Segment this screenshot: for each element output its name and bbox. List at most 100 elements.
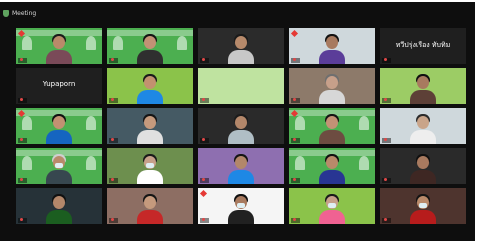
participant-name-label [109,178,118,183]
muted-mic-icon [384,138,387,141]
muted-mic-icon [202,178,205,181]
participant-tile[interactable] [289,188,375,224]
participant-tile[interactable] [198,28,284,64]
participant-name-label [18,218,27,223]
background-tree-shape [22,156,32,170]
muted-mic-icon [293,178,296,181]
muted-mic-icon [293,138,296,141]
participant-grid: ทวีปรุ่งเรือง ทับทิม Yupaporn [16,28,466,228]
participant-tile[interactable] [289,108,375,144]
participant-tile[interactable] [198,188,284,224]
participant-video [319,154,345,184]
participant-tile[interactable] [289,28,375,64]
participant-tile[interactable] [380,188,466,224]
participant-tile[interactable] [198,108,284,144]
background-tree-shape [86,36,96,50]
participant-tile[interactable] [107,68,193,104]
participant-display-name: Yupaporn [42,80,76,88]
participant-tile[interactable] [198,148,284,184]
muted-mic-icon [202,218,205,221]
participant-name-label [18,58,27,63]
participant-video [137,194,163,224]
security-shield-icon[interactable] [3,9,9,17]
muted-mic-icon [202,98,205,101]
participant-tile[interactable] [16,188,102,224]
muted-mic-icon [111,178,114,181]
participant-video [46,194,72,224]
muted-mic-icon [384,58,387,61]
participant-video [46,154,72,184]
muted-mic-icon [111,98,114,101]
participant-tile[interactable] [289,148,375,184]
participant-tile[interactable] [107,28,193,64]
participant-name-label [382,98,391,103]
participant-video [319,74,345,104]
participant-tile[interactable]: Yupaporn [16,68,102,104]
face-mask [146,163,154,168]
muted-mic-icon [384,98,387,101]
background-tree-shape [113,36,123,50]
muted-mic-icon [293,58,296,61]
participant-video [137,154,163,184]
face-mask [55,163,63,168]
participant-tile[interactable] [107,188,193,224]
participant-tile[interactable] [16,28,102,64]
participant-name-label [291,138,300,143]
participant-video [137,74,163,104]
background-tree-shape [22,36,32,50]
muted-mic-icon [111,58,114,61]
participant-name-label [382,218,391,223]
participant-video [410,114,436,144]
participant-video [319,194,345,224]
background-tree-shape [177,36,187,50]
participant-video [137,114,163,144]
face-mask [328,203,336,208]
participant-name-label [109,98,118,103]
video-call-window: Meeting ทวีปรุ่งเรือง ทับทิม Yupaporn [0,0,477,241]
video-background [198,68,284,104]
muted-mic-icon [202,58,205,61]
top-bar: Meeting [3,8,36,18]
participant-name-label [200,178,209,183]
participant-name-label [291,58,300,63]
participant-tile[interactable] [198,68,284,104]
participant-name-label [109,58,118,63]
background-tree-shape [359,156,369,170]
participant-name-label [109,138,118,143]
participant-name-label [382,138,391,143]
muted-mic-icon [20,178,23,181]
background-tree-shape [295,116,305,130]
participant-tile[interactable] [380,148,466,184]
face-mask [419,203,427,208]
participant-name-label [200,98,209,103]
meeting-label: Meeting [12,9,37,17]
participant-tile[interactable]: ทวีปรุ่งเรือง ทับทิม [380,28,466,64]
participant-tile[interactable] [380,108,466,144]
participant-name-label [382,178,391,183]
participant-video [228,194,254,224]
muted-mic-icon [20,98,23,101]
participant-tile[interactable] [380,68,466,104]
participant-video [410,154,436,184]
participant-name-label [291,98,300,103]
participant-name-label [382,58,391,63]
participant-name-label [291,218,300,223]
participant-video [319,34,345,64]
background-tree-shape [86,156,96,170]
participant-name-label [200,58,209,63]
participant-name-label [18,178,27,183]
participant-tile[interactable] [16,108,102,144]
participant-tile[interactable] [16,148,102,184]
muted-mic-icon [20,138,23,141]
participant-tile[interactable] [107,148,193,184]
muted-mic-icon [384,178,387,181]
participant-tile[interactable] [107,108,193,144]
participant-tile[interactable] [289,68,375,104]
participant-name-label [18,98,27,103]
participant-video [228,154,254,184]
muted-mic-icon [20,218,23,221]
participant-video [319,114,345,144]
participant-video [410,194,436,224]
muted-mic-icon [20,58,23,61]
participant-video [137,34,163,64]
